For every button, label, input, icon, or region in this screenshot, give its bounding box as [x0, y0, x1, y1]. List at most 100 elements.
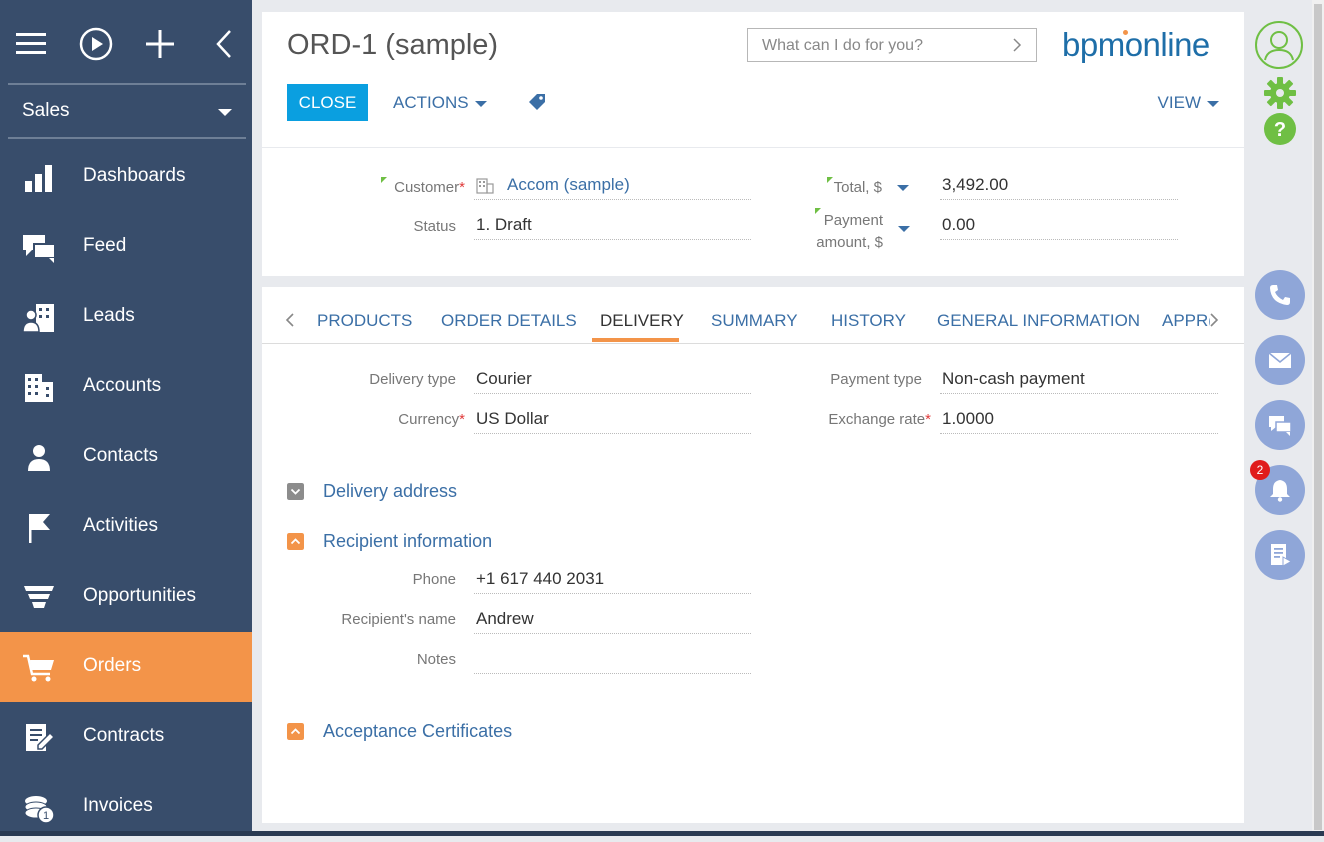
chevron-right-icon[interactable]: [1010, 37, 1024, 53]
nav-item-activities[interactable]: Activities: [0, 492, 252, 562]
feed-icon: [23, 235, 56, 263]
profile-icon[interactable]: [1254, 20, 1304, 70]
nav-item-contacts[interactable]: Contacts: [0, 422, 252, 492]
actions-button[interactable]: ACTIONS: [393, 93, 487, 113]
tab-order-details[interactable]: ORDER DETAILS: [441, 311, 577, 331]
active-tab-indicator: [592, 338, 679, 342]
notes-label: Notes: [416, 651, 456, 668]
sidebar-divider: [8, 137, 246, 139]
dashboards-icon: [25, 165, 52, 192]
nav-item-dashboards[interactable]: Dashboards: [0, 142, 252, 212]
chat-button[interactable]: [1255, 400, 1305, 450]
exchange-rate-field[interactable]: 1.0000: [940, 407, 1218, 434]
chevron-down-icon[interactable]: [897, 185, 909, 191]
scrollbar-thumb[interactable]: [1314, 4, 1322, 830]
chevron-down-icon[interactable]: [898, 226, 910, 232]
nav-label: Accounts: [83, 375, 162, 396]
phone-field[interactable]: +1 617 440 2031: [474, 567, 751, 594]
invoices-icon: 1: [24, 796, 55, 824]
delivery-type-label: Delivery type: [369, 371, 456, 388]
payment-amount-value: 0.00: [942, 215, 976, 234]
tab-bar: PRODUCTS ORDER DETAILS DELIVERY SUMMARY …: [262, 287, 1244, 344]
contacts-icon: [28, 445, 50, 471]
chevron-right-icon[interactable]: [1208, 311, 1220, 329]
tab-delivery[interactable]: DELIVERY: [600, 311, 684, 331]
sidebar-toolbar: [0, 0, 252, 84]
payment-type-label: Payment type: [830, 371, 922, 388]
nav-label: Orders: [83, 655, 142, 676]
tab-products[interactable]: PRODUCTS: [317, 311, 412, 331]
edit-marker-icon: [381, 177, 387, 183]
currency-value: US Dollar: [476, 409, 549, 428]
nav-item-opportunities[interactable]: Opportunities: [0, 562, 252, 632]
page-title: ORD-1 (sample): [287, 29, 499, 61]
nav-label: Leads: [83, 305, 135, 326]
payment-amount-field[interactable]: 0.00: [940, 213, 1178, 240]
expand-icon[interactable]: [287, 483, 304, 500]
menu-icon[interactable]: [14, 26, 50, 62]
svg-text:?: ?: [1274, 119, 1286, 141]
collapse-icon[interactable]: [287, 723, 304, 740]
play-icon[interactable]: [78, 26, 114, 62]
total-field[interactable]: 3,492.00: [940, 173, 1178, 200]
scrollbar[interactable]: [1312, 0, 1324, 836]
edit-marker-icon: [827, 177, 833, 183]
payment-amount-label: Payment amount, $: [816, 212, 883, 251]
email-button[interactable]: [1255, 335, 1305, 385]
detail-tabs-panel: PRODUCTS ORDER DETAILS DELIVERY SUMMARY …: [262, 287, 1244, 823]
delivery-type-field[interactable]: Courier: [474, 367, 751, 394]
tab-general-information[interactable]: GENERAL INFORMATION: [937, 311, 1140, 331]
customer-link[interactable]: Accom (sample): [507, 173, 630, 197]
tab-summary[interactable]: SUMMARY: [711, 311, 798, 331]
recipient-name-field[interactable]: Andrew: [474, 607, 751, 634]
status-field[interactable]: 1. Draft: [474, 213, 751, 240]
nav-label: Dashboards: [83, 165, 186, 186]
process-button[interactable]: [1255, 530, 1305, 580]
chevron-down-icon: [218, 109, 232, 116]
workspace-selector[interactable]: Sales: [0, 88, 252, 134]
customer-field[interactable]: Accom (sample): [474, 173, 751, 200]
nav-item-accounts[interactable]: Accounts: [0, 352, 252, 422]
building-icon: [476, 178, 494, 194]
view-button[interactable]: VIEW: [1158, 93, 1219, 113]
settings-icon[interactable]: [1263, 76, 1297, 110]
tag-icon[interactable]: [527, 92, 547, 112]
chevron-down-icon: [1207, 100, 1219, 107]
close-button[interactable]: CLOSE: [287, 84, 368, 121]
sidebar-divider: [8, 83, 246, 85]
total-value: 3,492.00: [942, 175, 1009, 194]
leads-icon: [22, 304, 54, 333]
payment-type-field[interactable]: Non-cash payment: [940, 367, 1218, 394]
nav-list: Dashboards Feed Leads Accounts Contacts …: [0, 142, 252, 842]
collapse-icon[interactable]: [287, 533, 304, 550]
nav-label: Contracts: [83, 725, 165, 746]
activities-icon: [29, 514, 50, 543]
group-title: Acceptance Certificates: [323, 721, 513, 741]
email-icon: [1268, 352, 1292, 368]
phone-button[interactable]: [1255, 270, 1305, 320]
chevron-left-icon[interactable]: [284, 311, 296, 329]
delivery-type-value: Courier: [476, 369, 532, 388]
nav-item-feed[interactable]: Feed: [0, 212, 252, 282]
recipient-name-value: Andrew: [476, 609, 534, 628]
bell-icon: [1270, 480, 1290, 502]
chat-icon: [1269, 416, 1292, 436]
right-panel: ? 2: [1246, 0, 1312, 836]
nav-item-leads[interactable]: Leads: [0, 282, 252, 352]
tab-history[interactable]: HISTORY: [831, 311, 906, 331]
total-label: Total, $: [833, 179, 882, 196]
notes-field[interactable]: [474, 647, 751, 674]
command-line[interactable]: [747, 28, 1037, 62]
nav-item-contracts[interactable]: Contracts: [0, 702, 252, 772]
record-summary: Customer* Accom (sample) Status 1. Draft…: [262, 148, 1244, 276]
search-input[interactable]: [760, 35, 1004, 57]
help-icon[interactable]: ?: [1263, 112, 1297, 146]
currency-field[interactable]: US Dollar: [474, 407, 751, 434]
tab-approvals[interactable]: APPR(: [1162, 311, 1210, 331]
add-icon[interactable]: [142, 26, 178, 62]
logo: bpm online: [1062, 26, 1210, 63]
payment-type-value: Non-cash payment: [942, 369, 1085, 388]
collapse-icon[interactable]: [206, 26, 242, 62]
nav-label: Feed: [83, 235, 127, 256]
nav-item-orders[interactable]: Orders: [0, 632, 252, 702]
